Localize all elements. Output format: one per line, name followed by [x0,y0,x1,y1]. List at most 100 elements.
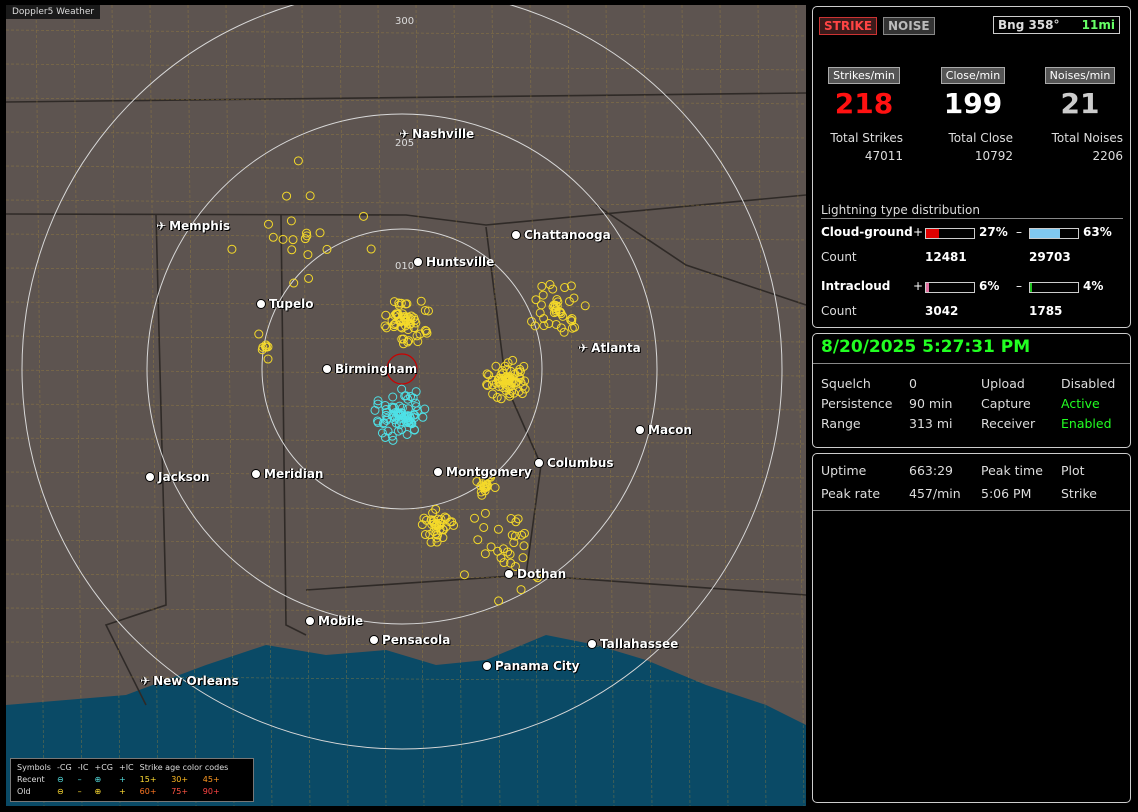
noises-per-min-value: 21 [1060,87,1100,120]
city-dot-icon [504,569,514,579]
range-value: 313 mi [909,416,953,431]
plot-label: Plot [1061,463,1085,478]
ic-neg-pct: 4% [1083,279,1104,293]
peak-time-value: 5:06 PM [981,486,1032,501]
cg-plus-sign: + [913,225,924,239]
neg-cg-recent-icon: ⊖ [56,774,64,784]
uptime-value: 663:29 [909,463,953,478]
city-pensacola: Pensacola [369,633,450,647]
city-mobile: Mobile [305,614,363,628]
total-strikes: Total Strikes 47011 [817,131,903,163]
distribution-title: Lightning type distribution [821,203,980,217]
city-nashville: ✈ Nashville [399,127,475,141]
city-columbus: Columbus [534,456,614,470]
ic-minus-sign: – [1016,279,1022,293]
capture-value[interactable]: Active [1061,396,1100,411]
bearing-range: 11mi [1081,18,1115,32]
pos-cg-recent-icon: ⊕ [94,774,102,784]
city-panama-city: Panama City [482,659,579,673]
ic-neg-count: 1785 [1029,304,1063,318]
strikes-per-min-label: Strikes/min [828,67,900,84]
legend-age-title: Strike age color codes [139,762,229,772]
city-dot-icon [413,257,423,267]
legend-symbols-label: Symbols [17,762,51,772]
ic-pos-pct: 6% [979,279,1000,293]
peak-time-label: Peak time [981,463,1043,478]
cg-pos-bar [925,228,975,239]
cg-count-label: Count [821,250,857,264]
airport-icon: ✈ [140,674,151,688]
pos-ic-recent-icon: + [118,774,126,784]
city-meridian: Meridian [251,467,323,481]
city-jackson: Jackson [145,470,210,484]
total-noises-label: Total Noises [1051,131,1123,145]
cg-pos-pct: 27% [979,225,1008,239]
total-noises: Total Noises 2206 [1037,131,1123,163]
city-dot-icon [251,469,261,479]
city-dot-icon [587,639,597,649]
symbol-legend: Symbols -CG -IC +CG +IC Strike age color… [10,758,254,802]
ic-plus-sign: + [913,279,924,293]
noises-per-min-label: Noises/min [1044,67,1116,84]
legend-col-pos-cg: +CG [94,762,113,772]
city-atlanta: ✈ Atlanta [578,341,641,355]
total-noises-value: 2206 [1092,149,1123,163]
squelch-label: Squelch [821,376,871,391]
city-dot-icon [433,467,443,477]
city-dot-icon [305,616,315,626]
cg-minus-sign: – [1016,225,1022,239]
city-dothan: Dothan [504,567,566,581]
cg-neg-bar [1029,228,1079,239]
total-close-label: Total Close [948,131,1013,145]
upload-value[interactable]: Disabled [1061,376,1115,391]
noise-mode-button[interactable]: NOISE [883,17,935,35]
ic-count-label: Count [821,304,857,318]
pos-ic-old-icon: + [118,786,126,796]
legend-col-neg-ic: -IC [77,762,89,772]
persistence-label: Persistence [821,396,893,411]
cg-neg-pct: 63% [1083,225,1112,239]
cg-label: Cloud-ground [821,225,913,239]
city-tallahassee: Tallahassee [587,637,678,651]
receiver-value[interactable]: Enabled [1061,416,1112,431]
upload-label: Upload [981,376,1025,391]
ring-label-010: 010 [395,261,415,272]
city-montgomery: Montgomery [433,465,532,479]
map-canvas[interactable] [6,5,806,806]
city-dot-icon [145,472,155,482]
bearing-readout: Bng 358° 11mi [993,16,1120,34]
divider [813,510,1130,511]
total-close-value: 10792 [974,149,1013,163]
settings-panel: 8/20/2025 5:27:31 PM Squelch 0 Upload Di… [812,333,1131,448]
plot-value[interactable]: Strike [1061,486,1097,501]
legend-old-label: Old [17,786,31,796]
close-per-min: Close/min 199 [931,64,1015,120]
ic-neg-bar [1029,282,1079,293]
strike-mode-button[interactable]: STRIKE [819,17,878,35]
city-dot-icon [511,230,521,240]
airport-icon: ✈ [156,219,167,233]
age-90: 90+ [202,786,220,796]
total-close: Total Close 10792 [927,131,1013,163]
ic-pos-bar [925,282,975,293]
neg-ic-recent-icon: – [77,774,82,784]
close-per-min-value: 199 [943,87,1003,120]
city-dot-icon [482,661,492,671]
uptime-label: Uptime [821,463,867,478]
ring-label-300: 300 [395,16,415,27]
lightning-map[interactable]: Doppler5 Weather 300 205 010 ✈ Nashville … [6,5,806,806]
peak-rate-label: Peak rate [821,486,881,501]
city-birmingham: Birmingham [322,362,417,376]
neg-cg-old-icon: ⊖ [56,786,64,796]
city-new-orleans: ✈ New Orleans [140,674,239,688]
city-dot-icon [534,458,544,468]
divider [821,218,1123,219]
legend-recent-label: Recent [17,774,45,784]
airport-icon: ✈ [399,127,410,141]
app-title: Doppler5 Weather [6,5,101,19]
strike-stats-panel: STRIKE NOISE Bng 358° 11mi Strikes/min 2… [812,6,1131,328]
close-per-min-label: Close/min [940,67,1006,84]
age-45: 45+ [202,774,220,784]
ic-pos-count: 3042 [925,304,959,318]
age-30: 30+ [171,774,189,784]
